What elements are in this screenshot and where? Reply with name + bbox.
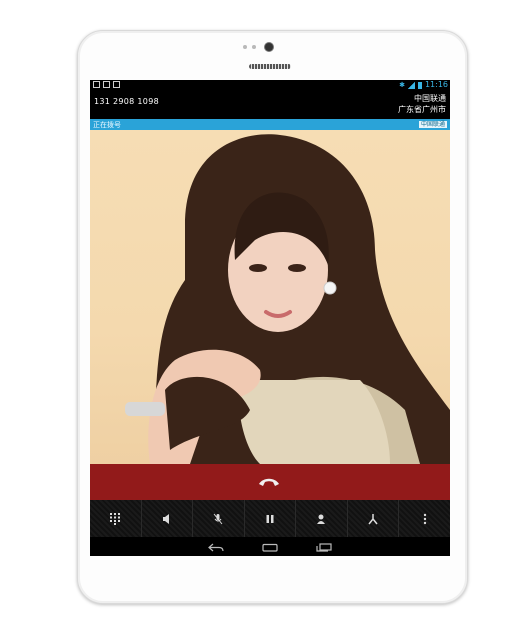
contact-photo: [90, 130, 450, 464]
back-button[interactable]: [208, 537, 224, 556]
call-state-bar: 正在拨号 中国联通: [90, 119, 450, 130]
status-bar: ✱ 11:16: [90, 80, 450, 91]
add-call-button[interactable]: [296, 500, 348, 537]
merge-call-button[interactable]: [348, 500, 400, 537]
provider-badge: 中国联通: [418, 121, 447, 128]
merge-call-icon: [368, 513, 378, 524]
recents-button[interactable]: [316, 537, 332, 556]
signal-icon: [407, 81, 415, 89]
mute-button[interactable]: [193, 500, 245, 537]
end-call-bar: [90, 464, 450, 500]
phone-number: 131 2908 1098: [94, 97, 159, 106]
dialpad-button[interactable]: [90, 500, 142, 537]
end-call-button[interactable]: [254, 473, 284, 491]
sd-card-icon: [103, 81, 110, 88]
home-button[interactable]: [262, 537, 278, 556]
navigation-bar: [90, 537, 450, 556]
hold-button[interactable]: [245, 500, 297, 537]
add-call-icon: [316, 514, 325, 524]
dialpad-icon: [110, 512, 121, 525]
clipboard-icon: [113, 81, 120, 88]
call-info: 131 2908 1098 中国联通 广东省广州市: [90, 91, 450, 119]
home-icon: [262, 543, 278, 552]
call-controls: [90, 500, 450, 537]
more-options-button[interactable]: [399, 500, 450, 537]
speaker-icon: [162, 513, 169, 524]
front-camera: [265, 43, 273, 51]
battery-icon: [417, 81, 422, 89]
carrier-name: 中国联通: [414, 94, 446, 103]
bluetooth-icon: ✱: [399, 81, 405, 89]
sensor-dot: [243, 45, 247, 49]
caller-portrait: [125, 134, 450, 464]
screen: ✱ 11:16 131 2908 1098 中国联通 广东省广州市 正在拨号 中…: [90, 80, 450, 556]
more-icon: [423, 513, 426, 524]
call-state: 正在拨号: [93, 121, 121, 129]
earpiece-speaker: [249, 64, 291, 69]
sensor-dot: [252, 45, 256, 49]
clock: 11:16: [424, 80, 448, 89]
caller-location: 广东省广州市: [398, 105, 446, 114]
speaker-button[interactable]: [142, 500, 194, 537]
back-icon: [208, 543, 224, 552]
recents-icon: [316, 543, 332, 552]
image-notification-icon: [93, 81, 100, 88]
hold-icon: [266, 514, 274, 523]
mute-icon: [214, 513, 223, 524]
hang-up-icon: [259, 478, 279, 486]
